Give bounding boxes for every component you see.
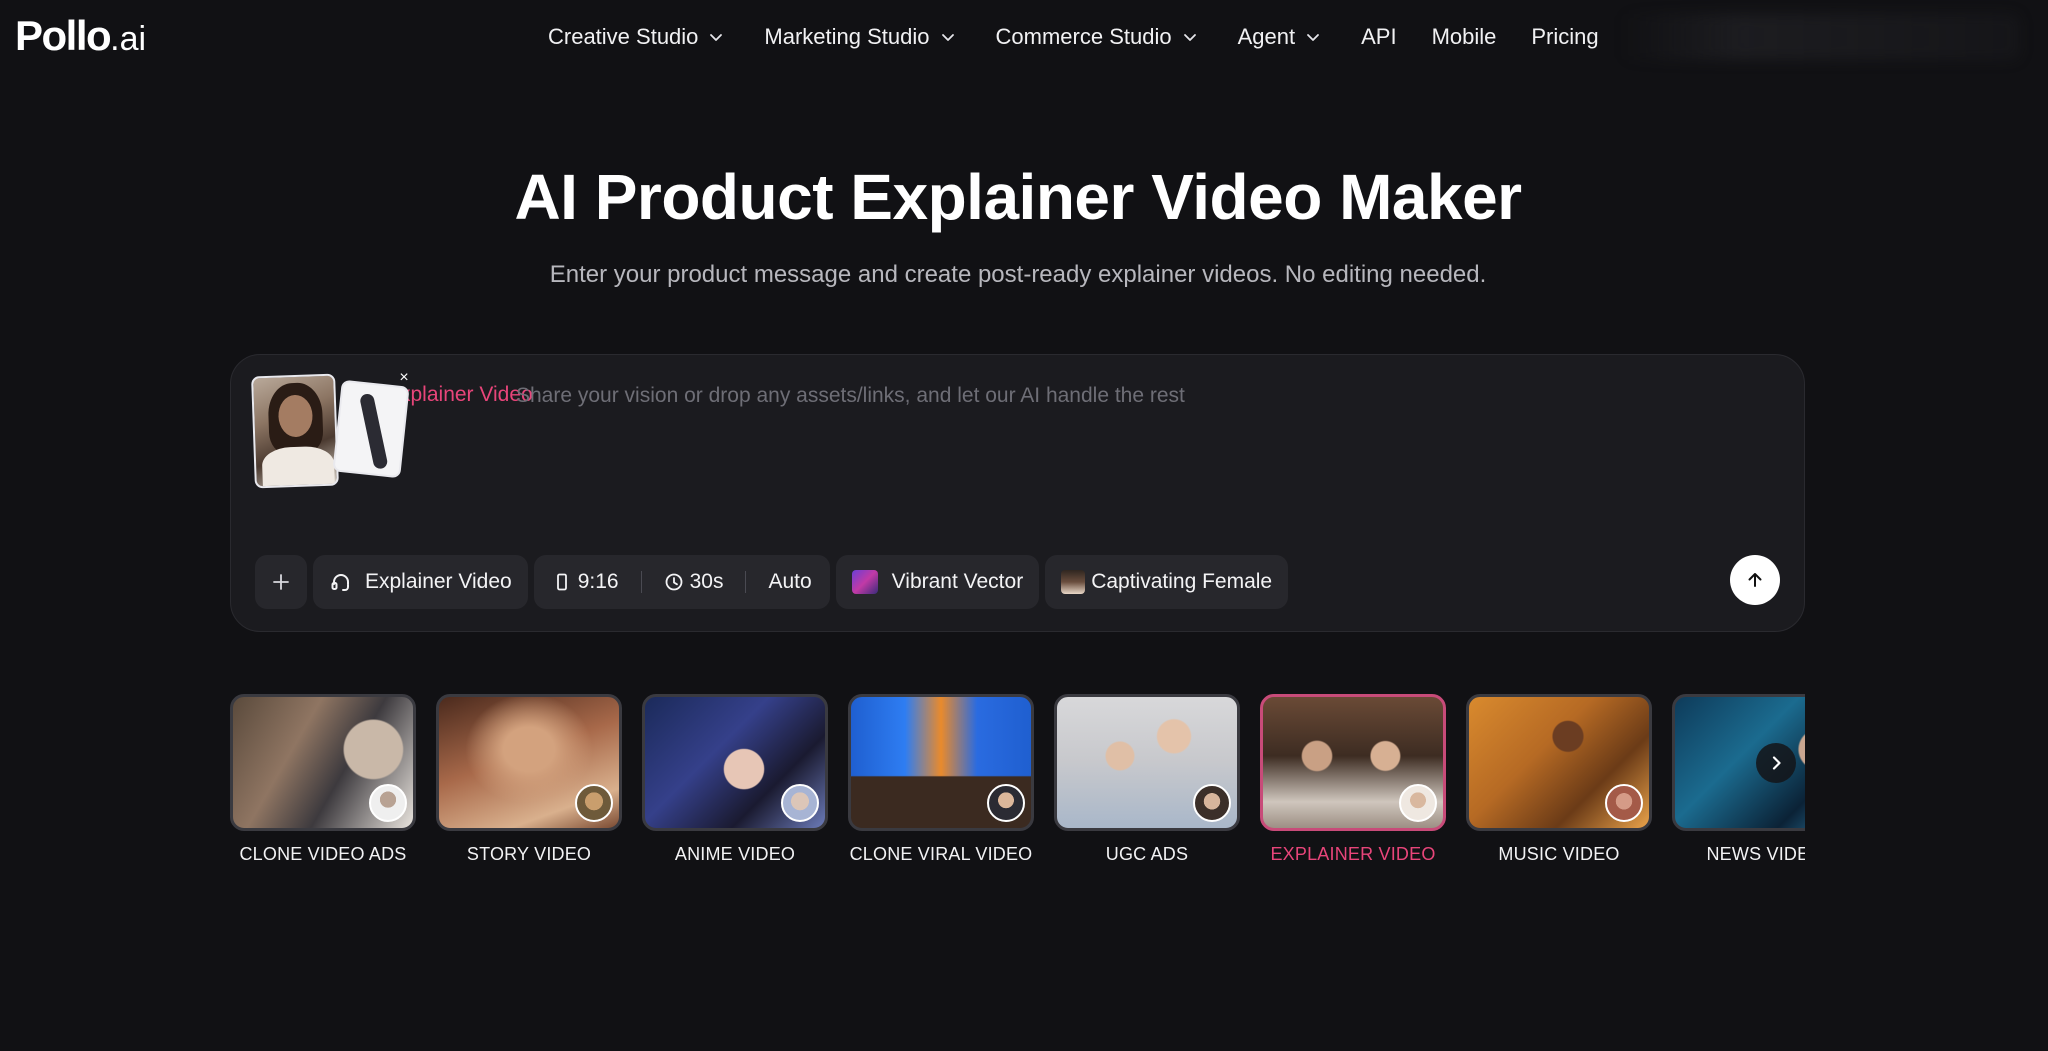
template-thumbnail: [848, 694, 1034, 831]
asset-thumbnail-person[interactable]: [251, 373, 339, 489]
logo-suffix: .ai: [110, 20, 147, 58]
nav-commerce-studio[interactable]: Commerce Studio: [996, 18, 1198, 56]
duration-value: 30s: [689, 570, 724, 593]
template-label: MUSIC VIDEO: [1498, 844, 1620, 864]
template-label: ANIME VIDEO: [674, 844, 796, 864]
chevron-right-icon: [1772, 756, 1781, 770]
chevron-down-icon: [941, 34, 954, 41]
template-carousel: CLONE VIDEO ADS STORY VIDEO ANIME VIDEO …: [230, 694, 1805, 874]
mode-select-button[interactable]: Explainer Video: [313, 555, 528, 609]
attached-assets: ×: [251, 365, 415, 489]
template-card-explainer-video[interactable]: EXPLAINER VIDEO: [1260, 694, 1446, 865]
carousel-next-button[interactable]: [1756, 743, 1796, 783]
aspect-ratio-value: 9:16: [577, 570, 619, 593]
plus-icon: [273, 574, 289, 590]
setting-divider: [640, 571, 642, 593]
template-card-clone-video-ads[interactable]: CLONE VIDEO ADS: [230, 694, 416, 865]
video-settings-button[interactable]: 9:16 30s Auto: [533, 555, 830, 609]
nav-agent[interactable]: Agent: [1238, 18, 1322, 56]
vibrant-vector-style-icon: [851, 570, 878, 594]
voice-select-button[interactable]: Captivating Female: [1045, 555, 1289, 609]
submit-button[interactable]: [1730, 555, 1780, 605]
nav-item-label: Agent: [1237, 24, 1296, 49]
phone-portrait-icon: [556, 573, 567, 591]
template-avatar-badge: [987, 784, 1025, 822]
nav-item-label: Marketing Studio: [764, 24, 930, 49]
voice-select-label: Captivating Female: [1091, 570, 1273, 593]
template-card-clone-viral-video[interactable]: CLONE VIRAL VIDEO: [848, 694, 1034, 865]
template-card-anime-video[interactable]: ANIME VIDEO: [642, 694, 828, 865]
prompt-input[interactable]: [516, 379, 1716, 413]
template-label: CLONE VIRAL VIDEO: [849, 844, 1033, 864]
template-thumbnail: [1054, 694, 1240, 831]
template-avatar-badge: [781, 784, 819, 822]
nav-item-label: Creative Studio: [548, 24, 699, 49]
aspect-ratio-setting: 9:16: [552, 570, 619, 594]
nav-creative-studio[interactable]: Creative Studio: [548, 18, 724, 56]
template-avatar-badge: [1605, 784, 1643, 822]
template-thumbnail: [230, 694, 416, 831]
style-select-label: Vibrant Vector: [891, 570, 1024, 593]
template-thumbnail: [1260, 694, 1446, 831]
page-subtitle: Enter your product message and create po…: [549, 261, 1487, 288]
template-card-ugc-ads[interactable]: UGC ADS: [1054, 694, 1240, 865]
nav-api[interactable]: API: [1361, 18, 1396, 56]
template-card-music-video[interactable]: MUSIC VIDEO: [1466, 694, 1652, 865]
template-avatar-badge: [575, 784, 613, 822]
template-label: EXPLAINER VIDEO: [1270, 844, 1436, 864]
remove-assets-close-icon[interactable]: ×: [393, 367, 415, 389]
template-label: STORY VIDEO: [466, 844, 592, 864]
arrow-up-icon: [1748, 573, 1762, 587]
headset-icon: [331, 574, 349, 591]
chevron-down-icon: [710, 34, 723, 41]
template-label: NEWS VIDEO: [1706, 844, 1805, 864]
nav-item-label: API: [1361, 24, 1397, 49]
clock-icon: [665, 573, 682, 591]
chevron-down-icon: [1307, 34, 1319, 41]
prompt-toolbar: Explainer Video 9:16 30s Auto Vibrant Ve…: [255, 555, 1294, 609]
prompt-card: Explainer Video × Explainer Video 9:16: [230, 354, 1805, 632]
template-avatar-badge: [1399, 784, 1437, 822]
template-avatar-badge: [369, 784, 407, 822]
template-avatar-badge: [1193, 784, 1231, 822]
template-label: UGC ADS: [1105, 844, 1189, 864]
chevron-down-icon: [1183, 34, 1196, 41]
page-title: AI Product Explainer Video Maker: [514, 161, 1522, 233]
thumb-shirt-shape: [261, 445, 336, 489]
mode-select-label: Explainer Video: [365, 570, 512, 593]
nav-menu: Creative Studio Marketing Studio Commerc…: [548, 18, 1599, 56]
nav-mobile[interactable]: Mobile: [1432, 18, 1497, 56]
nav-pricing[interactable]: Pricing: [1531, 18, 1598, 56]
nav-item-label: Mobile: [1431, 24, 1497, 49]
auto-setting: Auto: [768, 570, 811, 594]
setting-divider: [745, 571, 747, 593]
asset-thumbnail-product[interactable]: [332, 379, 410, 479]
template-thumbnail: [1466, 694, 1652, 831]
nav-item-label: Pricing: [1531, 24, 1599, 49]
nav-item-label: Commerce Studio: [995, 24, 1172, 49]
style-select-button[interactable]: Vibrant Vector: [835, 555, 1040, 609]
voice-avatar: [1061, 570, 1086, 594]
auto-value: Auto: [768, 570, 812, 593]
nav-account-area-blurred: [1620, 14, 2020, 60]
top-nav: Pollo .ai Creative Studio Marketing Stud…: [0, 0, 2048, 74]
template-thumbnail: [642, 694, 828, 831]
nav-marketing-studio[interactable]: Marketing Studio: [764, 18, 955, 56]
duration-setting: 30s: [664, 570, 724, 594]
template-label: CLONE VIDEO ADS: [239, 844, 407, 864]
logo[interactable]: Pollo .ai: [15, 12, 146, 62]
template-card-story-video[interactable]: STORY VIDEO: [436, 694, 622, 865]
template-thumbnail: [436, 694, 622, 831]
add-asset-button[interactable]: [255, 555, 307, 609]
logo-text: Pollo: [15, 12, 112, 59]
thumb-product-shape: [359, 392, 389, 470]
